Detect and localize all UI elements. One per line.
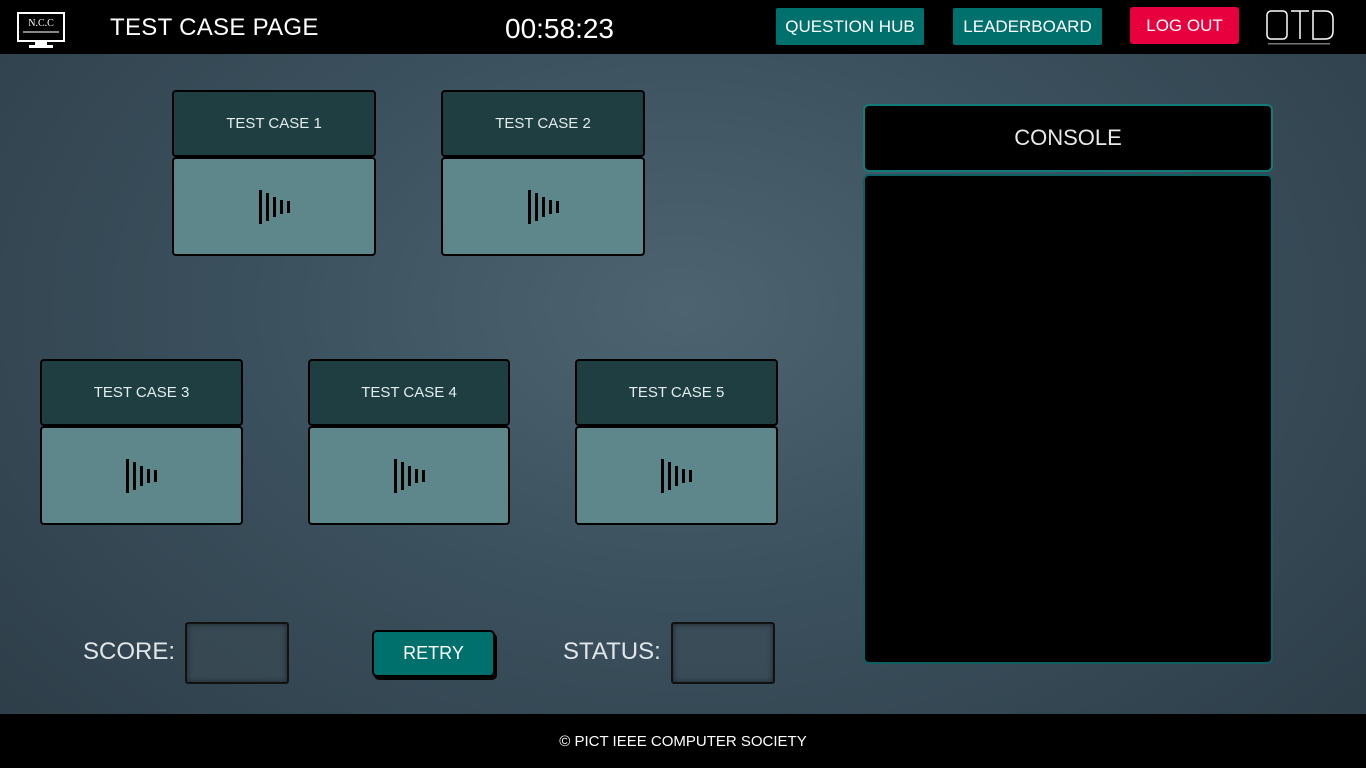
loading-bars-icon — [661, 458, 692, 493]
loading-bars-icon — [527, 189, 559, 224]
test-case-5-header[interactable]: TEST CASE 5 — [575, 359, 778, 426]
test-case-2-result — [441, 157, 645, 256]
score-box — [185, 622, 289, 684]
ctd-logo-icon — [1266, 10, 1334, 45]
test-case-1-result — [172, 157, 376, 256]
test-case-4-result — [308, 426, 510, 525]
loading-bars-icon — [258, 189, 290, 224]
test-case-4-header[interactable]: TEST CASE 4 — [308, 359, 510, 426]
footer: © PICT IEEE COMPUTER SOCIETY — [0, 714, 1366, 768]
logout-button[interactable]: LOG OUT — [1130, 7, 1239, 44]
loading-bars-icon — [393, 458, 425, 493]
ncc-logo-icon: N.C.C — [17, 12, 65, 48]
page-title: TEST CASE PAGE — [110, 14, 319, 41]
status-box — [671, 622, 775, 684]
loading-bars-icon — [126, 458, 157, 493]
question-hub-button[interactable]: QUESTION HUB — [776, 8, 924, 45]
test-case-2-header[interactable]: TEST CASE 2 — [441, 90, 645, 157]
retry-button[interactable]: RETRY — [372, 630, 495, 677]
top-bar: N.C.C TEST CASE PAGE 00:58:23 QUESTION H… — [0, 0, 1366, 54]
console-title: CONSOLE — [863, 104, 1273, 172]
test-case-3-header[interactable]: TEST CASE 3 — [40, 359, 243, 426]
leaderboard-button[interactable]: LEADERBOARD — [953, 8, 1102, 45]
test-case-5-result — [575, 426, 778, 525]
score-label: SCORE: — [83, 638, 176, 665]
test-case-3-result — [40, 426, 243, 525]
logo-text: N.C.C — [28, 18, 54, 29]
test-case-1-header[interactable]: TEST CASE 1 — [172, 90, 376, 157]
countdown-timer: 00:58:23 — [505, 13, 614, 44]
console-output[interactable] — [863, 174, 1273, 664]
status-label: STATUS: — [563, 638, 661, 665]
